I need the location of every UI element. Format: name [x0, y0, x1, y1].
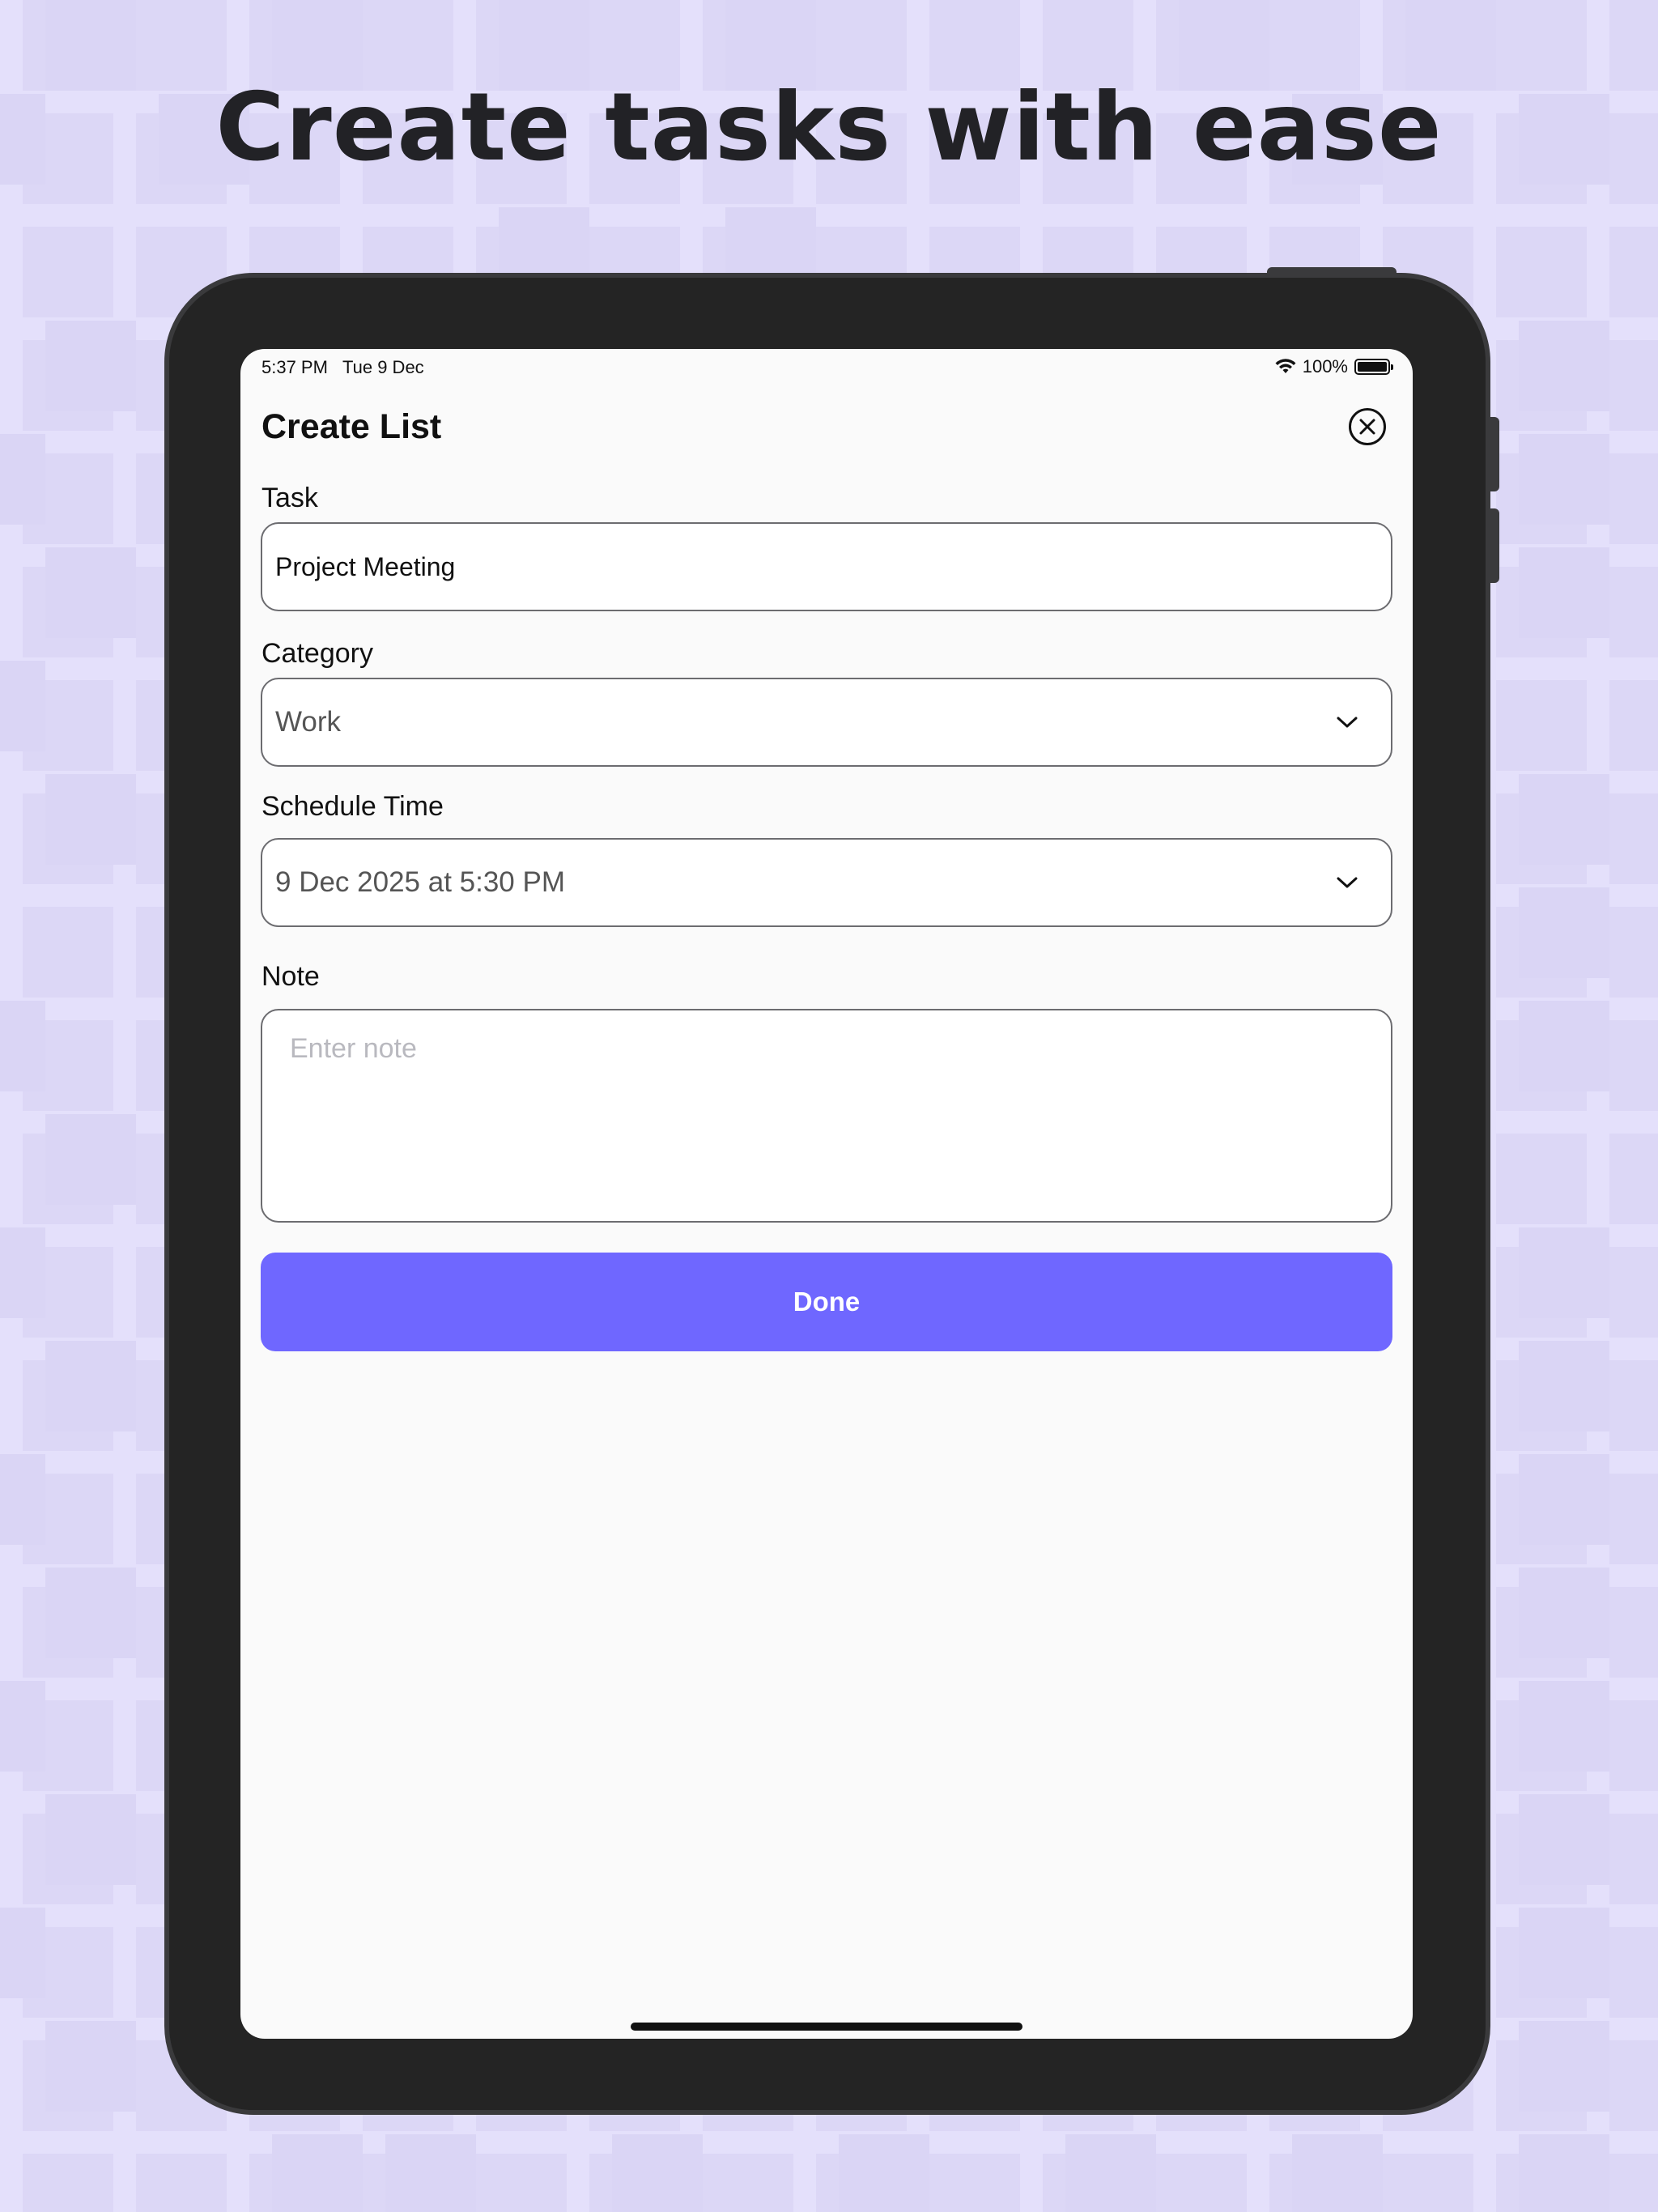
schedule-time-label: Schedule Time [261, 791, 444, 822]
task-label: Task [261, 483, 318, 513]
status-bar: 5:37 PM Tue 9 Dec 100% [240, 349, 1413, 385]
battery-icon [1354, 359, 1393, 375]
note-textarea[interactable]: Enter note [261, 1009, 1392, 1223]
status-date: Tue 9 Dec [342, 357, 424, 377]
category-select[interactable]: Work [261, 678, 1392, 767]
schedule-time-value: 9 Dec 2025 at 5:30 PM [275, 866, 565, 898]
marketing-headline: Create tasks with ease [215, 73, 1443, 182]
category-select-value: Work [275, 706, 342, 738]
close-circle-icon[interactable] [1349, 408, 1386, 445]
note-placeholder: Enter note [290, 1033, 417, 1064]
app-screen: 5:37 PM Tue 9 Dec 100% Create List Task … [240, 349, 1413, 2039]
battery-percentage: 100% [1302, 356, 1348, 376]
chevron-down-icon [1337, 877, 1358, 888]
wifi-icon [1275, 359, 1296, 373]
done-button[interactable]: Done [261, 1253, 1392, 1351]
chevron-down-icon [1337, 717, 1358, 728]
note-label: Note [261, 961, 320, 992]
home-indicator[interactable] [631, 2023, 1022, 2031]
category-label: Category [261, 638, 373, 669]
schedule-time-picker[interactable]: 9 Dec 2025 at 5:30 PM [261, 838, 1392, 927]
task-input[interactable]: Project Meeting [261, 522, 1392, 611]
task-input-value: Project Meeting [275, 551, 456, 581]
status-indicators: 100% [1275, 356, 1393, 377]
page-title: Create List [261, 407, 442, 446]
status-time: 5:37 PM [261, 357, 328, 377]
